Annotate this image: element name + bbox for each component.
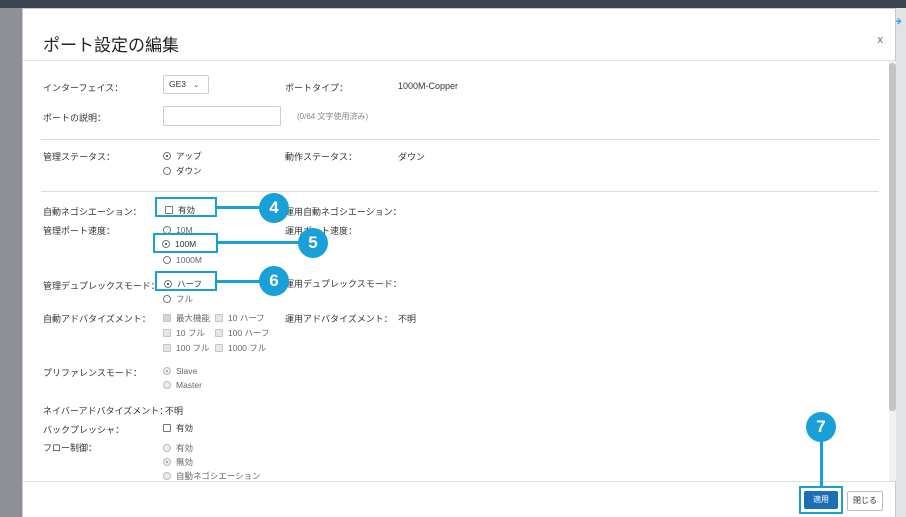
callout-line-7 xyxy=(820,440,823,486)
close-icon[interactable]: x xyxy=(878,34,884,46)
port-type-value: 1000M-Copper xyxy=(398,81,459,91)
port-desc-hint: (0/64 文字使用済み) xyxy=(297,112,369,121)
adv-10full-checkbox[interactable]: 10 フル xyxy=(163,327,205,339)
adv-max-checkbox[interactable]: 最大機能 xyxy=(163,312,210,324)
speed-100m-highlight[interactable]: 100M xyxy=(162,239,196,249)
pref-master-radio[interactable]: Master xyxy=(163,380,202,390)
radio-icon xyxy=(163,444,171,452)
checkbox-icon xyxy=(165,206,173,214)
flow-disable-radio[interactable]: 無効 xyxy=(163,456,193,468)
background-sidebar xyxy=(0,0,22,517)
port-desc-label: ポートの説明： xyxy=(43,113,107,123)
close-button[interactable]: 閉じる xyxy=(847,491,883,511)
checkbox-icon xyxy=(215,329,223,337)
adv-10half-checkbox[interactable]: 10 ハーフ xyxy=(215,312,265,324)
checkbox-icon xyxy=(163,329,171,337)
callout-line-5 xyxy=(218,241,300,244)
edit-port-settings-dialog: ポート設定の編集 x インターフェイス： GE3 ⌄ ポートタイプ： 1000M… xyxy=(22,8,896,517)
back-pressure-label: バックプレッシャ： xyxy=(43,425,125,435)
radio-selected-icon xyxy=(163,367,171,375)
chevron-down-icon: ⌄ xyxy=(193,82,200,89)
oper-auto-adv-label: 運用アドバタイズメント： xyxy=(285,314,393,324)
interface-select-value: GE3 xyxy=(169,79,187,89)
port-type-label: ポートタイプ： xyxy=(285,83,349,93)
admin-speed-label: 管理ポート速度： xyxy=(43,226,116,236)
callout-badge-7: 7 xyxy=(806,412,836,442)
oper-auto-adv-value: 不明 xyxy=(398,314,417,324)
radio-icon xyxy=(163,167,171,175)
callout-line-6 xyxy=(217,280,261,283)
checkbox-icon xyxy=(163,424,171,432)
section-divider xyxy=(41,191,879,192)
radio-selected-icon xyxy=(164,280,172,288)
background-header xyxy=(0,0,906,8)
checkbox-icon xyxy=(215,314,223,322)
dialog-footer xyxy=(23,481,895,517)
radio-icon xyxy=(163,295,171,303)
admin-status-up-radio[interactable]: アップ xyxy=(163,150,202,162)
adv-100full-checkbox[interactable]: 100 フル xyxy=(163,342,210,354)
auto-adv-label: 自動アドバタイズメント： xyxy=(43,314,151,324)
interface-select[interactable]: GE3 ⌄ xyxy=(163,75,209,94)
duplex-half-highlight[interactable]: ハーフ xyxy=(164,278,202,290)
adv-1000full-checkbox[interactable]: 1000 フル xyxy=(215,342,266,354)
speed-1000m-radio[interactable]: 1000M xyxy=(163,255,202,265)
checkbox-icon xyxy=(215,344,223,352)
callout-badge-4: 4 xyxy=(259,193,289,223)
radio-icon xyxy=(163,256,171,264)
interface-label: インターフェイス： xyxy=(43,83,124,93)
auto-neg-label: 自動ネゴシエーション： xyxy=(43,207,142,217)
callout-line-4 xyxy=(217,206,261,209)
adv-100half-checkbox[interactable]: 100 ハーフ xyxy=(215,327,270,339)
dialog-title: ポート設定の編集 xyxy=(43,36,179,55)
back-pressure-checkbox[interactable]: 有効 xyxy=(163,422,193,434)
radio-icon xyxy=(163,381,171,389)
oper-status-label: 動作ステータス： xyxy=(285,152,358,162)
callout-badge-6: 6 xyxy=(259,266,289,296)
dialog-header: ポート設定の編集 x xyxy=(23,9,895,61)
admin-status-label: 管理ステータス： xyxy=(43,152,116,162)
port-desc-input[interactable] xyxy=(163,106,281,126)
neighbor-adv-value: 不明 xyxy=(165,406,184,416)
checkbox-checked-icon xyxy=(163,314,171,322)
neighbor-adv-label: ネイバーアドバタイズメント： xyxy=(43,406,169,416)
radio-selected-icon xyxy=(163,152,171,160)
callout-badge-5: 5 xyxy=(298,228,328,258)
pref-mode-label: プリファレンスモード： xyxy=(43,368,142,378)
flow-control-label: フロー制御： xyxy=(43,443,98,453)
oper-status-value: ダウン xyxy=(398,152,426,162)
radio-selected-icon xyxy=(162,240,170,248)
admin-duplex-label: 管理デュプレックスモード： xyxy=(43,281,160,291)
radio-icon xyxy=(163,472,171,480)
flow-enable-radio[interactable]: 有効 xyxy=(163,442,193,454)
oper-duplex-label: 運用デュプレックスモード： xyxy=(285,279,402,289)
apply-button-highlight[interactable]: 適用 xyxy=(804,491,838,509)
admin-status-down-radio[interactable]: ダウン xyxy=(163,165,202,177)
section-divider xyxy=(41,139,879,140)
checkbox-icon xyxy=(163,344,171,352)
oper-auto-neg-label: 運用自動ネゴシエーション： xyxy=(285,207,402,217)
pref-slave-radio[interactable]: Slave xyxy=(163,366,197,376)
auto-neg-checkbox-highlight[interactable]: 有効 xyxy=(165,204,195,216)
duplex-full-radio[interactable]: フル xyxy=(163,293,193,305)
scrollbar-thumb[interactable] xyxy=(889,63,896,411)
radio-selected-icon xyxy=(163,458,171,466)
